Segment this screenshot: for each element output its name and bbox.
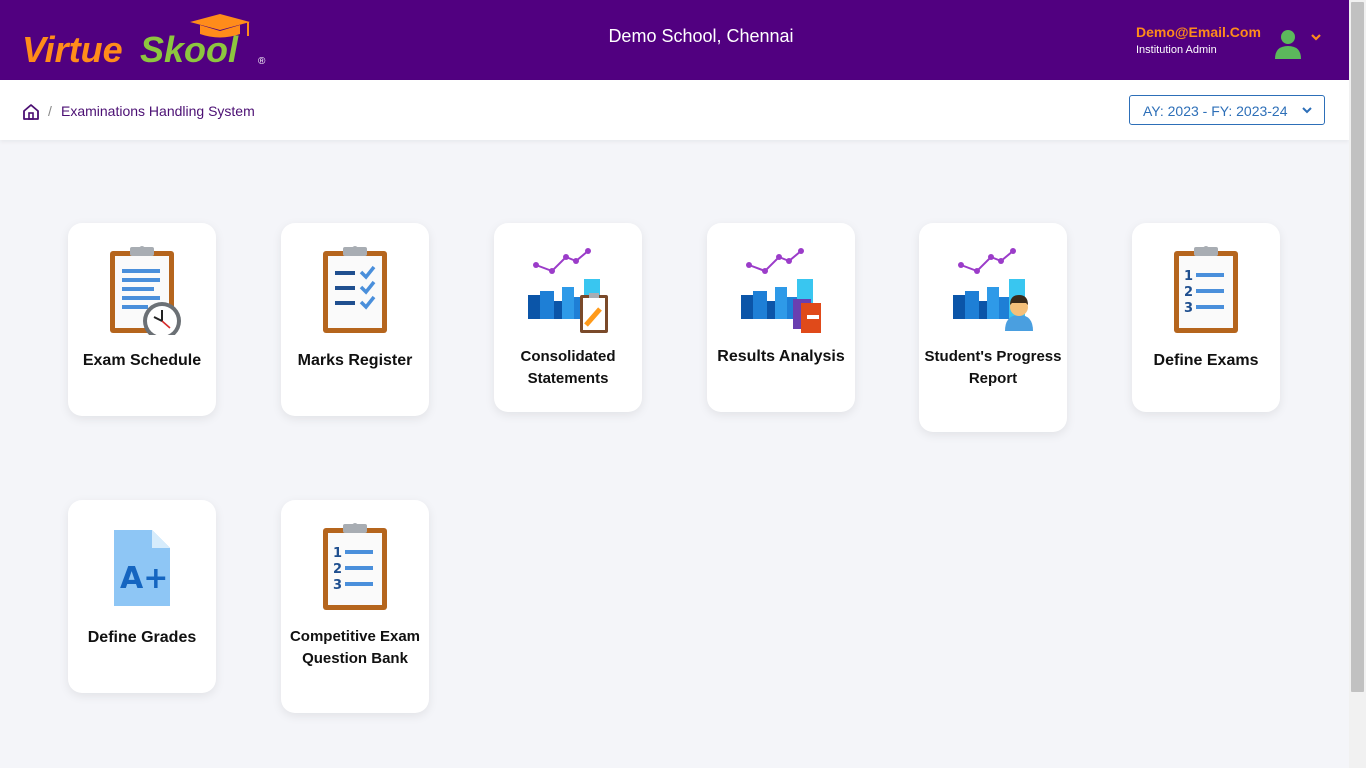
module-label: Define Exams [1153, 352, 1259, 369]
home-icon[interactable] [22, 103, 40, 121]
module-card-consolidated-statements[interactable]: Consolidated Statements [494, 223, 642, 412]
module-card-results-analysis[interactable]: Results Analysis [707, 223, 855, 412]
clipboard-numbered-list-icon: 1 2 3 [1174, 246, 1238, 333]
clipboard-clock-icon [110, 246, 181, 335]
module-label: Define Grades [87, 629, 197, 646]
svg-text:1: 1 [333, 546, 342, 561]
module-card-student-progress-report[interactable]: Student's Progress Report [919, 223, 1067, 432]
module-card-competitive-exam-question-bank[interactable]: 1 2 3 Competitive Exam Question Bank [281, 500, 429, 713]
svg-text:2: 2 [333, 562, 342, 577]
svg-text:1: 1 [1184, 269, 1193, 284]
breadcrumb-current: Examinations Handling System [61, 103, 255, 119]
academic-year-select[interactable]: AY: 2023 - FY: 2023-24 [1129, 95, 1325, 125]
user-role: Institution Admin [1136, 44, 1217, 56]
module-label: Results Analysis [717, 348, 845, 365]
chevron-down-icon[interactable] [1309, 31, 1323, 43]
module-label: Competitive Exam Question Bank [289, 628, 421, 667]
user-email[interactable]: Demo@Email.Com [1136, 24, 1261, 40]
svg-text:3: 3 [1184, 301, 1193, 316]
clipboard-checklist-icon [323, 246, 387, 333]
user-avatar-icon[interactable] [1274, 28, 1302, 60]
chevron-down-icon [1302, 107, 1312, 114]
module-card-exam-schedule[interactable]: Exam Schedule [68, 223, 216, 416]
svg-text:2: 2 [1184, 285, 1193, 300]
module-label: Exam Schedule [82, 352, 202, 369]
a-plus-document-icon: A+ [114, 530, 170, 606]
scrollbar-thumb[interactable] [1351, 2, 1364, 692]
chart-clipboard-icon [528, 248, 608, 333]
module-label: Consolidated Statements [520, 348, 616, 387]
module-card-marks-register[interactable]: Marks Register [281, 223, 429, 416]
module-label: Student's Progress Report [924, 348, 1062, 387]
svg-text:A+: A+ [120, 561, 168, 596]
breadcrumb-separator: / [48, 103, 52, 119]
module-label: Marks Register [297, 352, 413, 369]
chart-books-icon [741, 248, 821, 333]
svg-text:3: 3 [333, 578, 342, 593]
academic-year-value: AY: 2023 - FY: 2023-24 [1143, 103, 1288, 119]
module-card-define-exams[interactable]: 1 2 3 Define Exams [1132, 223, 1280, 412]
module-card-define-grades[interactable]: A+ Define Grades [68, 500, 216, 693]
clipboard-numbered-list-icon: 1 2 3 [323, 523, 387, 610]
chart-student-icon [953, 248, 1033, 331]
logo-registered-mark: ® [258, 56, 266, 67]
